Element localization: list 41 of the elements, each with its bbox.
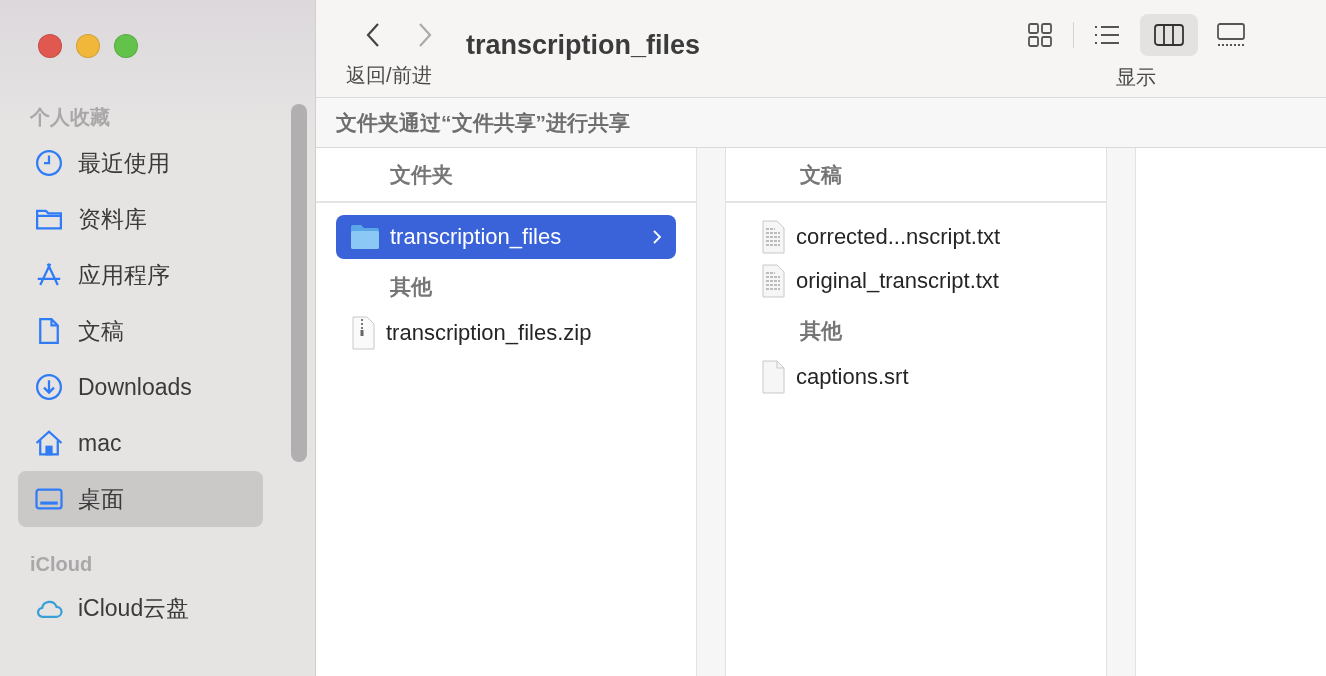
sidebar-item[interactable]: 应用程序 <box>18 247 263 303</box>
file-row[interactable]: original_transcript.txt <box>746 259 1086 303</box>
zip-file-icon <box>350 316 376 350</box>
view-label: 显示 <box>1115 65 1156 90</box>
column-header: 文稿 <box>726 148 1106 203</box>
sidebar-item[interactable]: 桌面 <box>18 471 263 527</box>
file-row[interactable]: transcription_files.zip <box>336 311 676 355</box>
file-row[interactable]: transcription_files <box>336 215 676 259</box>
close-button[interactable] <box>38 34 62 58</box>
group-header: 其他 <box>389 274 433 300</box>
file-icon <box>760 360 786 394</box>
group-header: 其他 <box>799 318 843 344</box>
chevron-icon <box>652 229 662 245</box>
scrollbar[interactable] <box>291 104 307 462</box>
sidebar-item[interactable]: iCloud云盘 <box>18 580 263 636</box>
file-row[interactable]: captions.srt <box>746 355 1086 399</box>
column-header: 文件夹 <box>316 148 696 203</box>
columns-icon <box>1153 21 1185 49</box>
download-icon <box>34 372 64 402</box>
file-row[interactable]: corrected...nscript.txt <box>746 215 1086 259</box>
share-banner: 文件夹通过“文件共享”进行共享 <box>316 98 1326 148</box>
gallery-icon <box>1215 21 1247 49</box>
clock-icon <box>34 148 64 178</box>
text-file-icon <box>760 264 786 298</box>
view-mode-button[interactable] <box>1140 14 1198 56</box>
text-file-icon <box>760 220 786 254</box>
back-chevron-icon <box>365 22 381 48</box>
sidebar-item[interactable]: 文稿 <box>18 303 263 359</box>
forward-chevron-icon <box>417 22 433 48</box>
sidebar-section-title: iCloud <box>29 552 94 577</box>
sidebar-item[interactable]: 资料库 <box>18 191 263 247</box>
sidebar-section-title: 个人收藏 <box>29 105 111 130</box>
zoom-button[interactable] <box>114 34 138 58</box>
sidebar-item[interactable]: 最近使用 <box>18 135 263 191</box>
window-title: transcription_files <box>466 30 701 62</box>
sidebar-item[interactable]: mac <box>18 415 263 471</box>
sidebar-item[interactable]: Downloads <box>18 359 263 415</box>
home-icon <box>34 428 64 458</box>
folder-icon <box>350 224 380 250</box>
minimize-button[interactable] <box>76 34 100 58</box>
nav-label: 返回/前进 <box>346 63 432 88</box>
